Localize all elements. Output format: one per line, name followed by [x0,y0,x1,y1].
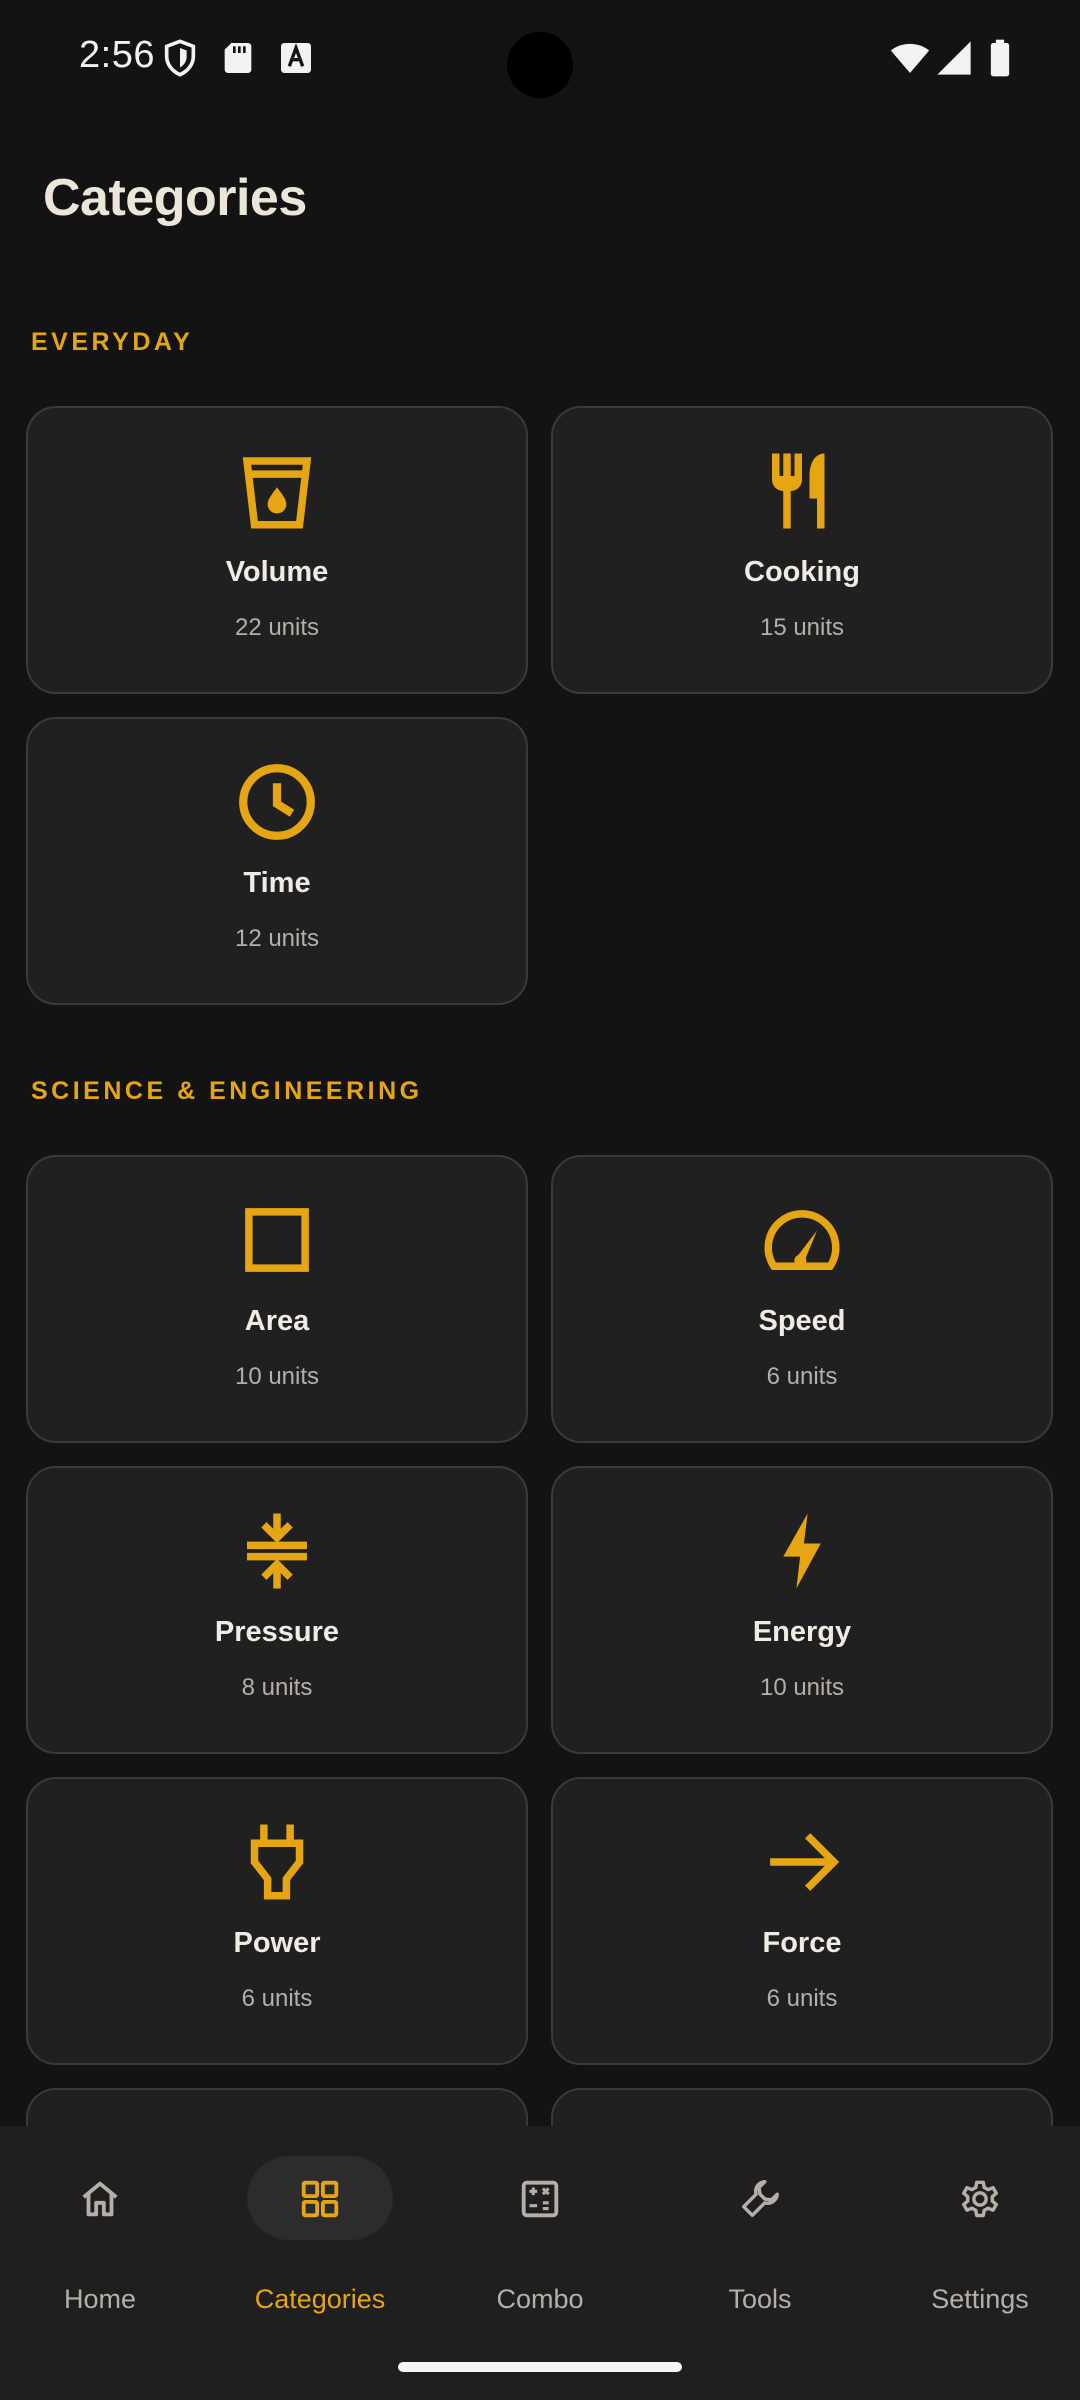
nav-item-combo[interactable]: Combo [440,2156,640,2326]
square-icon [232,1195,322,1285]
wifi-icon [888,38,932,78]
nav-label: Combo [496,2284,584,2314]
section-title-science: SCIENCE & ENGINEERING [31,1077,423,1105]
card-units: 10 units [234,1363,320,1390]
card-name: Volume [225,556,329,588]
bolt-icon [757,1506,847,1596]
card-name: Power [233,1927,321,1959]
card-units: 22 units [234,614,320,641]
plug-icon [232,1817,322,1907]
keyboard-a-icon [276,38,316,78]
category-card-force[interactable]: Force 6 units [551,1777,1053,2065]
home-indicator[interactable] [398,2362,682,2372]
card-units: 10 units [759,1674,845,1701]
bottom-navigation: Home Categories Combo Tools Settings [0,2126,1080,2400]
page-title: Categories [43,169,307,227]
category-card-cooking[interactable]: Cooking 15 units [551,406,1053,694]
nav-item-home[interactable]: Home [0,2156,200,2326]
home-icon [77,2176,123,2222]
gear-icon [957,2176,1003,2222]
card-name: Force [762,1927,842,1959]
status-time: 2:56 [79,34,155,76]
card-units: 6 units [241,1985,313,2012]
cup-drop-icon [232,446,322,536]
nav-label: Home [63,2284,137,2314]
category-card-speed[interactable]: Speed 6 units [551,1155,1053,1443]
card-units: 8 units [241,1674,313,1701]
status-bar: 2:56 [0,0,1080,120]
card-units: 15 units [759,614,845,641]
card-units: 12 units [234,925,320,952]
card-name: Pressure [214,1616,340,1648]
screen: 2:56 Categories EVERYDAY Volume 22 units [0,0,1080,2400]
nav-label: Categories [254,2284,386,2314]
card-name: Area [244,1305,310,1337]
nav-item-tools[interactable]: Tools [660,2156,860,2326]
category-card-pressure[interactable]: Pressure 8 units [26,1466,528,1754]
card-units: 6 units [766,1985,838,2012]
nav-label: Settings [931,2284,1029,2314]
nav-item-settings[interactable]: Settings [880,2156,1080,2326]
fork-knife-icon [757,446,847,536]
calculator-icon [517,2176,563,2222]
section-title-everyday: EVERYDAY [31,328,194,356]
category-card-time[interactable]: Time 12 units [26,717,528,1005]
arrow-right-icon [757,1817,847,1907]
sd-card-icon [218,38,258,78]
compress-icon [232,1506,322,1596]
camera-cutout [507,32,573,98]
clock-icon [232,757,322,847]
wrench-icon [737,2176,783,2222]
category-card-power[interactable]: Power 6 units [26,1777,528,2065]
grid-icon [297,2176,343,2222]
category-card-volume[interactable]: Volume 22 units [26,406,528,694]
card-name: Time [243,867,311,899]
card-units: 6 units [766,1363,838,1390]
card-name: Speed [758,1305,846,1337]
speedometer-icon [757,1195,847,1285]
category-card-energy[interactable]: Energy 10 units [551,1466,1053,1754]
card-name: Energy [752,1616,852,1648]
battery-icon [980,38,1020,78]
category-card-area[interactable]: Area 10 units [26,1155,528,1443]
nav-item-categories[interactable]: Categories [220,2156,420,2326]
card-name: Cooking [744,556,860,588]
nav-label: Tools [728,2284,792,2314]
shield-icon [160,38,200,78]
cell-signal-icon [934,38,974,78]
